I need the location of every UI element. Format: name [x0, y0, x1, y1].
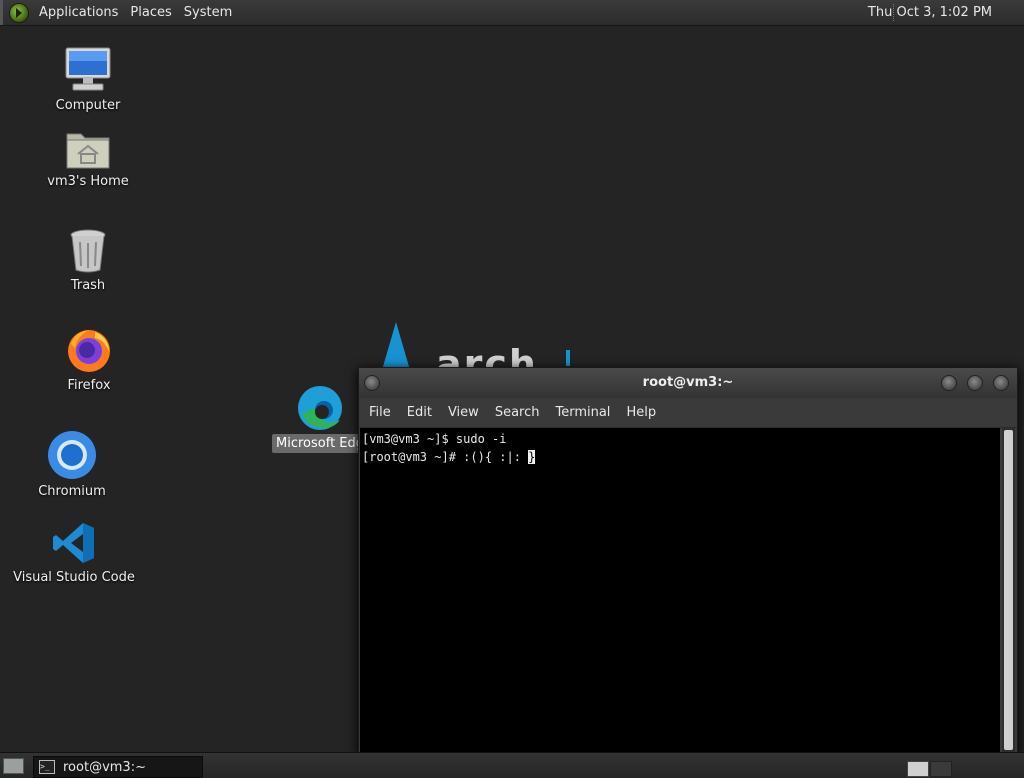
menu-file[interactable]: File	[363, 405, 397, 420]
workspace-1[interactable]	[907, 761, 929, 777]
trash-icon	[70, 229, 106, 273]
bottom-panel: >_ root@vm3:~	[0, 752, 1024, 778]
desktop-icon-vscode[interactable]: Visual Studio Code	[9, 520, 139, 585]
desktop-icon-edge[interactable]: Microsoft Edg	[272, 384, 369, 453]
wallpaper-logo-text: arch	[436, 344, 538, 368]
desktop-icon-label: Computer	[55, 98, 121, 113]
firefox-icon	[68, 330, 110, 372]
desktop-icon-label: Microsoft Edg	[272, 434, 369, 453]
desktop-icon-trash[interactable]: Trash	[23, 228, 153, 293]
terminal-output[interactable]: [vm3@vm3 ~]$ sudo -i [root@vm3 ~]# :(){ …	[360, 428, 1000, 753]
menu-view[interactable]: View	[442, 405, 485, 420]
terminal-line-text: [root@vm3 ~]# :(){ :|:	[362, 450, 529, 464]
menu-help[interactable]: Help	[620, 405, 662, 420]
menu-edit[interactable]: Edit	[401, 405, 438, 420]
desktop-icon-label: Trash	[70, 278, 106, 293]
desktop-icon-chromium[interactable]: Chromium	[7, 430, 137, 499]
vscode-icon	[53, 523, 94, 563]
desktop-icon-computer[interactable]: Computer	[23, 46, 153, 113]
window-titlebar[interactable]: root@vm3:~	[359, 368, 1017, 398]
clock[interactable]: Thu Oct 3, 1:02 PM	[868, 0, 992, 25]
show-desktop-icon[interactable]	[3, 758, 24, 774]
terminal-cursor: }	[528, 450, 536, 464]
desktop-icon-firefox[interactable]: Firefox	[24, 326, 154, 393]
top-panel: Applications Places System Thu Oct 3, 1:…	[0, 0, 1024, 26]
taskbar-button-terminal[interactable]: >_ root@vm3:~	[33, 756, 203, 778]
desktop-icon-label: Visual Studio Code	[13, 570, 135, 585]
close-button[interactable]	[993, 375, 1009, 391]
desktop-icon-label: Chromium	[38, 484, 106, 499]
panel-grip	[0, 0, 3, 25]
menu-search[interactable]: Search	[489, 405, 546, 420]
wallpaper-logo-icon	[382, 322, 410, 370]
taskbar-label: root@vm3:~	[63, 759, 146, 775]
system-menu[interactable]: System	[178, 0, 238, 25]
desktop-icon-home[interactable]: vm3's Home	[23, 128, 153, 189]
desktop-icon-label: Firefox	[67, 378, 111, 393]
terminal-icon: >_	[39, 760, 55, 774]
terminal-menubar: File Edit View Search Terminal Help	[359, 398, 1017, 428]
terminal-line: [root@vm3 ~]# :(){ :|: }	[362, 448, 998, 466]
terminal-window[interactable]: root@vm3:~ File Edit View Search Termina…	[358, 367, 1018, 755]
home-folder-icon	[66, 133, 110, 169]
chromium-icon	[48, 431, 96, 479]
terminal-scrollbar[interactable]	[1002, 428, 1015, 753]
minimize-button[interactable]	[941, 375, 957, 391]
window-menu-icon[interactable]	[364, 375, 380, 391]
terminal-line: [vm3@vm3 ~]$ sudo -i	[362, 432, 507, 446]
maximize-button[interactable]	[967, 375, 983, 391]
edge-icon	[298, 386, 342, 430]
main-menu-icon[interactable]	[9, 2, 29, 23]
workspace-2[interactable]	[930, 761, 952, 777]
applications-menu[interactable]: Applications	[33, 0, 124, 25]
computer-icon	[65, 47, 111, 91]
scrollbar-thumb[interactable]	[1004, 430, 1013, 750]
menu-terminal[interactable]: Terminal	[549, 405, 616, 420]
window-title: root@vm3:~	[642, 375, 734, 390]
desktop-icon-label: vm3's Home	[47, 174, 129, 189]
places-menu[interactable]: Places	[124, 0, 177, 25]
wallpaper-logo-mark	[566, 350, 570, 366]
